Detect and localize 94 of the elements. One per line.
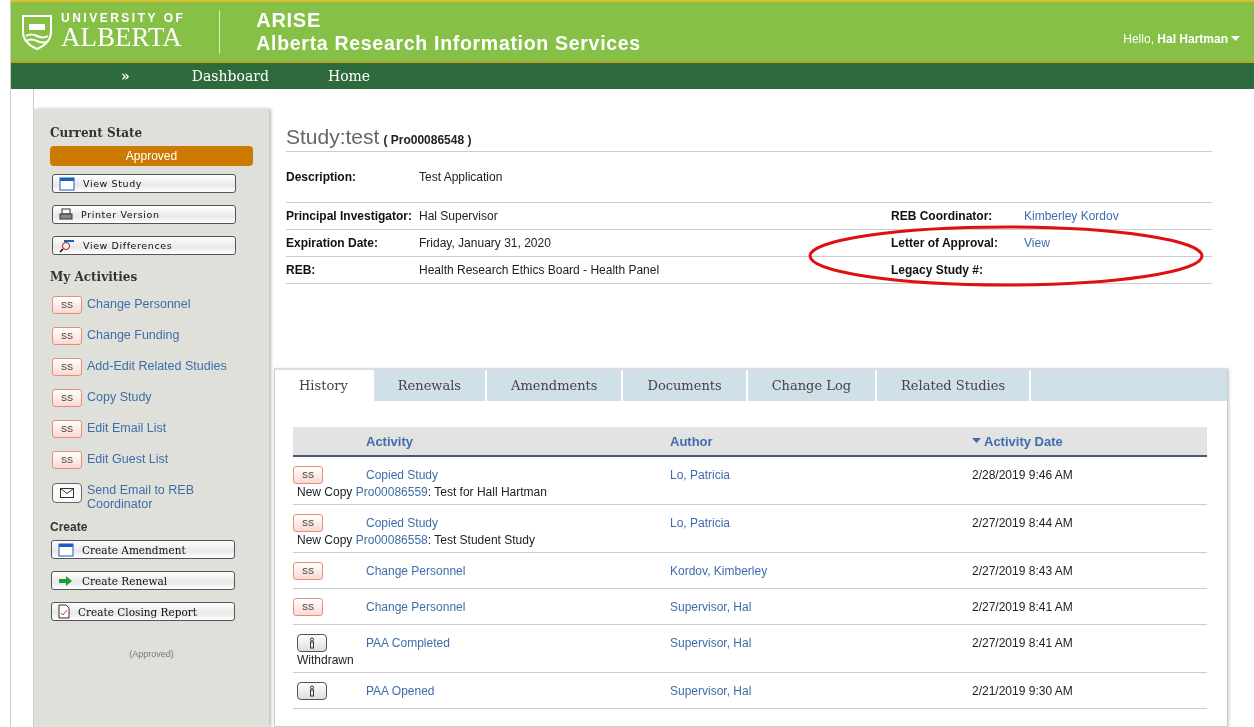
tab[interactable]: Change Log (747, 370, 878, 401)
field-label: Expiration Date: (286, 236, 379, 250)
sidebar-button[interactable]: View Differences (52, 236, 236, 255)
activity-badge: SS (293, 561, 323, 580)
state-badge: Approved (50, 146, 253, 166)
tab[interactable]: Renewals (373, 370, 488, 401)
date-cell-text: 2/28/2019 9:46 AM (972, 467, 1074, 482)
column-header[interactable]: Author (670, 433, 972, 449)
study-link[interactable]: Pro00086559 (355, 485, 428, 499)
author-link[interactable]: Lo, Patricia (670, 467, 972, 482)
field-link[interactable]: View (1024, 236, 1212, 250)
activity-badge: SS (52, 420, 82, 438)
tab[interactable]: Related Studies (877, 370, 1032, 401)
section-heading: My Activities (50, 270, 139, 284)
logo-text: UNIVERSITY OF (61, 12, 186, 24)
activity-link[interactable]: Change Personnel (366, 599, 670, 614)
column-header[interactable]: Activity (366, 433, 670, 449)
window-icon (58, 542, 74, 557)
field-label: REB: (286, 263, 317, 277)
date-cell-text: 2/21/2019 9:30 AM (972, 683, 1074, 698)
study-id: ( Pro00086548 ) (383, 133, 472, 147)
activity-link[interactable]: Change Personnel (87, 296, 237, 311)
create-button[interactable]: Create Renewal (51, 571, 235, 590)
field-label: REB Coordinator: (891, 209, 994, 223)
date-cell-text: 2/27/2019 8:41 AM (972, 599, 1074, 614)
study-link[interactable]: Pro00086558 (355, 533, 428, 547)
nav-link[interactable]: Home (327, 68, 371, 84)
document-icon (58, 604, 70, 619)
activity-link[interactable]: Change Funding (87, 327, 237, 342)
sidebar-button[interactable]: View Study (52, 174, 236, 193)
printer-icon (59, 208, 73, 221)
arrow-icon (58, 574, 74, 587)
field-label: Letter of Approval: (891, 236, 999, 250)
field-label: Legacy Study #: (891, 263, 985, 277)
magnifier-icon (59, 238, 75, 253)
state-footer: (Approved) (50, 649, 253, 659)
activity-link[interactable]: Copy Study (87, 389, 237, 404)
field-value: Test Application (419, 170, 504, 184)
activity-link[interactable]: Change Personnel (366, 563, 670, 578)
column-header[interactable]: Activity Date (972, 433, 1207, 449)
author-link[interactable]: Supervisor, Hal (670, 599, 972, 614)
nav-link[interactable]: Dashboard (191, 68, 269, 84)
info-icon (297, 681, 327, 700)
info-icon (297, 633, 327, 652)
activity-link[interactable]: Edit Guest List (87, 451, 237, 466)
field-value: Hal Supervisor (419, 209, 499, 223)
activity-note: Withdrawn (296, 653, 355, 669)
author-link[interactable]: Supervisor, Hal (670, 635, 972, 650)
activity-note: New Copy Pro00086559: Test for Hall Hartman (296, 485, 548, 501)
shield-icon (21, 13, 53, 50)
field-label: Principal Investigator: (286, 209, 414, 223)
caret-icon (1231, 35, 1240, 42)
activity-link[interactable]: Copied Study (366, 515, 670, 530)
logo-text: ALBERTA (61, 24, 183, 51)
author-link[interactable]: Kordov, Kimberley (670, 563, 972, 578)
activity-link[interactable]: Copied Study (366, 467, 670, 482)
activity-badge: SS (293, 597, 323, 616)
activity-note: New Copy Pro00086558: Test Student Study (296, 533, 536, 549)
activity-badge: SS (293, 513, 323, 532)
tab[interactable]: Documents (623, 370, 748, 401)
date-cell-text: 2/27/2019 8:41 AM (972, 635, 1074, 650)
field-value: Health Research Ethics Board - Health Panel (419, 263, 661, 277)
app-full-name: Alberta Research Information Services (256, 31, 641, 55)
expand-toggle[interactable]: » (121, 68, 130, 84)
activity-link[interactable]: PAA Opened (366, 683, 670, 698)
field-value: Friday, January 31, 2020 (419, 236, 552, 250)
date-cell-text: 2/27/2019 8:43 AM (972, 563, 1074, 578)
study-title: Study:test (286, 125, 380, 149)
activity-badge: SS (52, 389, 82, 407)
date-cell-text: 2/27/2019 8:44 AM (972, 515, 1074, 530)
activity-badge: SS (293, 465, 323, 484)
activity-link[interactable]: Add-Edit Related Studies (87, 358, 237, 373)
activity-link[interactable]: PAA Completed (366, 635, 670, 650)
window-icon (59, 176, 75, 191)
create-button[interactable]: Create Amendment (51, 540, 235, 559)
tab[interactable]: Amendments (487, 370, 624, 401)
field-label: Description: (286, 170, 357, 184)
author-link[interactable]: Lo, Patricia (670, 515, 972, 530)
author-link[interactable]: Supervisor, Hal (670, 683, 972, 698)
field-link[interactable]: Kimberley Kordov (1024, 209, 1212, 223)
sidebar-button[interactable]: Printer Version (52, 205, 236, 224)
section-heading: Create (50, 520, 89, 534)
tab[interactable]: History (275, 370, 374, 401)
activity-badge: SS (52, 451, 82, 469)
sort-caret-icon (972, 438, 981, 444)
activity-link[interactable]: Send Email to REB Coordinator (87, 482, 237, 511)
activity-badge: SS (52, 296, 82, 314)
activity-link[interactable]: Edit Email List (87, 420, 237, 435)
section-heading: Current State (50, 126, 144, 140)
app-name: ARISE (256, 8, 322, 32)
activity-badge: SS (52, 327, 82, 345)
mail-icon (52, 483, 82, 503)
activity-badge: SS (52, 358, 82, 376)
create-button[interactable]: Create Closing Report (51, 602, 235, 621)
